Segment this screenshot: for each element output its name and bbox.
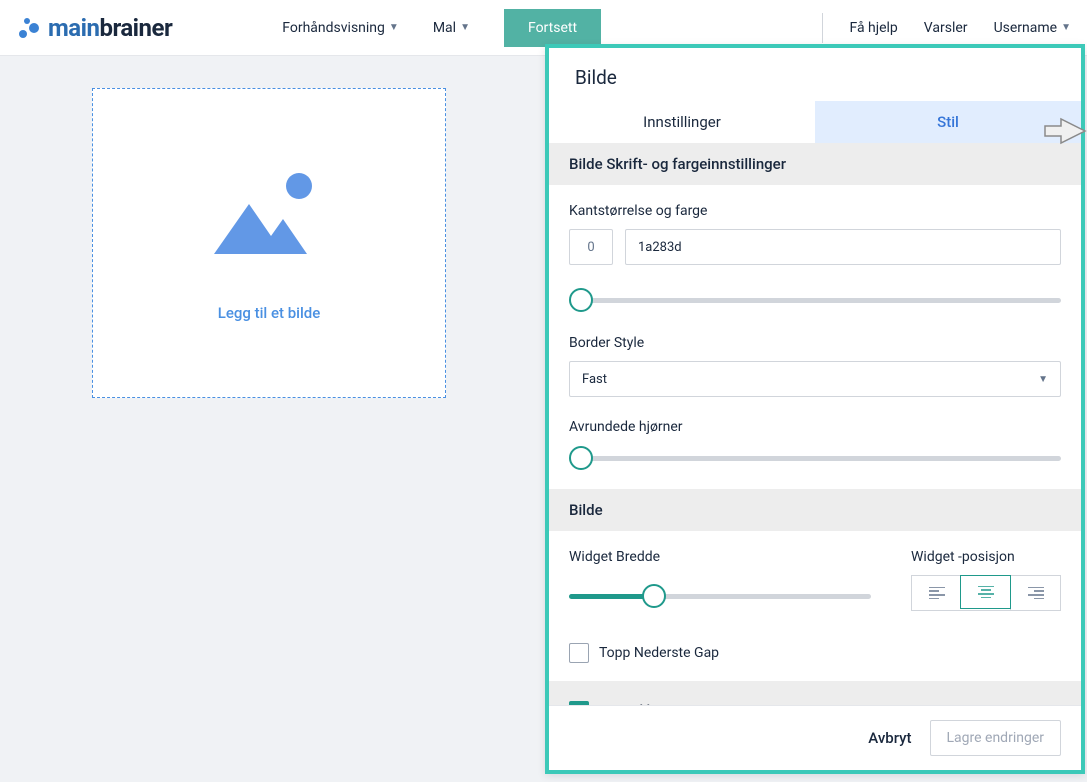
image-placeholder-icon (199, 164, 339, 264)
border-style-select[interactable]: Fast ▼ (569, 361, 1061, 397)
align-center-icon (978, 586, 994, 598)
logo-dots-icon (16, 14, 44, 42)
rounded-corners-label: Avrundede hjørner (569, 419, 1061, 435)
align-left-icon (929, 587, 945, 599)
widget-width-label: Widget Bredde (569, 549, 871, 565)
align-right-icon (1028, 587, 1044, 599)
logo-text-brainer: brainer (99, 14, 172, 42)
caret-down-icon: ▼ (1061, 22, 1071, 33)
tabs: Innstillinger Stil (549, 101, 1081, 143)
section-bilde-content: Widget Bredde Widget -posisjon (549, 531, 1081, 681)
image-drop-zone[interactable]: Legg til et bilde (92, 88, 446, 398)
width-position-row: Widget Bredde Widget -posisjon (569, 549, 1061, 611)
cancel-button[interactable]: Avbryt (868, 729, 911, 747)
section-bilde-header: Bilde (549, 489, 1081, 531)
arrow-cursor-icon (1043, 116, 1087, 150)
nav-divider (822, 13, 823, 43)
nav-right: Få hjelp Varsler Username ▼ (822, 13, 1071, 43)
nav-preview-label: Forhåndsvisning (282, 20, 385, 36)
caret-down-icon: ▼ (389, 22, 399, 33)
widget-position-label: Widget -posisjon (911, 549, 1061, 565)
logo-text-main: main (48, 14, 99, 42)
save-button[interactable]: Lagre endringer (930, 720, 1062, 756)
slider-thumb[interactable] (569, 446, 593, 470)
style-panel: Bilde Innstillinger Stil Bilde Skrift- o… (545, 44, 1085, 774)
section-font-color-content: Kantstørrelse og farge Border Style Fast… (549, 185, 1081, 489)
slider-thumb[interactable] (642, 584, 666, 608)
nav-help[interactable]: Få hjelp (849, 20, 897, 36)
panel-body: Bilde Skrift- og fargeinnstillinger Kant… (549, 143, 1081, 705)
align-group (911, 575, 1061, 611)
continue-button[interactable]: Fortsett (504, 9, 601, 47)
tab-settings[interactable]: Innstillinger (549, 101, 815, 143)
caret-down-icon: ▼ (460, 22, 470, 33)
logo: mainbrainer (16, 14, 172, 42)
panel-title: Bilde (549, 48, 1081, 101)
nav-center: Forhåndsvisning ▼ Mal ▼ Fortsett (282, 9, 601, 47)
border-size-color-label: Kantstørrelse og farge (569, 203, 1061, 219)
drop-text: Legg til et bilde (218, 304, 321, 322)
nav-template-label: Mal (433, 20, 456, 36)
tab-style[interactable]: Stil (815, 101, 1081, 143)
panel-footer: Avbryt Lagre endringer (549, 705, 1081, 770)
nav-username[interactable]: Username ▼ (994, 20, 1071, 36)
top-bottom-gap-row: Topp Nederste Gap (569, 643, 1061, 663)
align-right-button[interactable] (1010, 576, 1060, 610)
top-bottom-gap-label: Topp Nederste Gap (599, 645, 719, 661)
border-style-label: Border Style (569, 335, 1061, 351)
nav-template[interactable]: Mal ▼ (433, 20, 470, 36)
border-color-input[interactable] (625, 229, 1061, 265)
section-font-color-header: Bilde Skrift- og fargeinnstillinger (549, 143, 1081, 185)
nav-preview[interactable]: Forhåndsvisning ▼ (282, 20, 399, 36)
caret-down-icon: ▼ (1038, 374, 1048, 385)
top-bottom-gap-checkbox[interactable] (569, 643, 589, 663)
rounded-corners-slider[interactable] (569, 445, 1061, 471)
align-left-button[interactable] (912, 576, 961, 610)
align-center-button[interactable] (960, 575, 1011, 609)
nav-username-label: Username (994, 20, 1058, 36)
slider-thumb[interactable] (569, 288, 593, 312)
nav-alerts[interactable]: Varsler (924, 20, 968, 36)
border-size-slider[interactable] (569, 287, 1061, 313)
widget-width-slider[interactable] (569, 583, 871, 609)
border-size-color-row (569, 229, 1061, 265)
border-style-value: Fast (582, 372, 607, 387)
border-size-input[interactable] (569, 229, 613, 265)
edge-to-edge-section: Kant til kant (549, 681, 1081, 705)
